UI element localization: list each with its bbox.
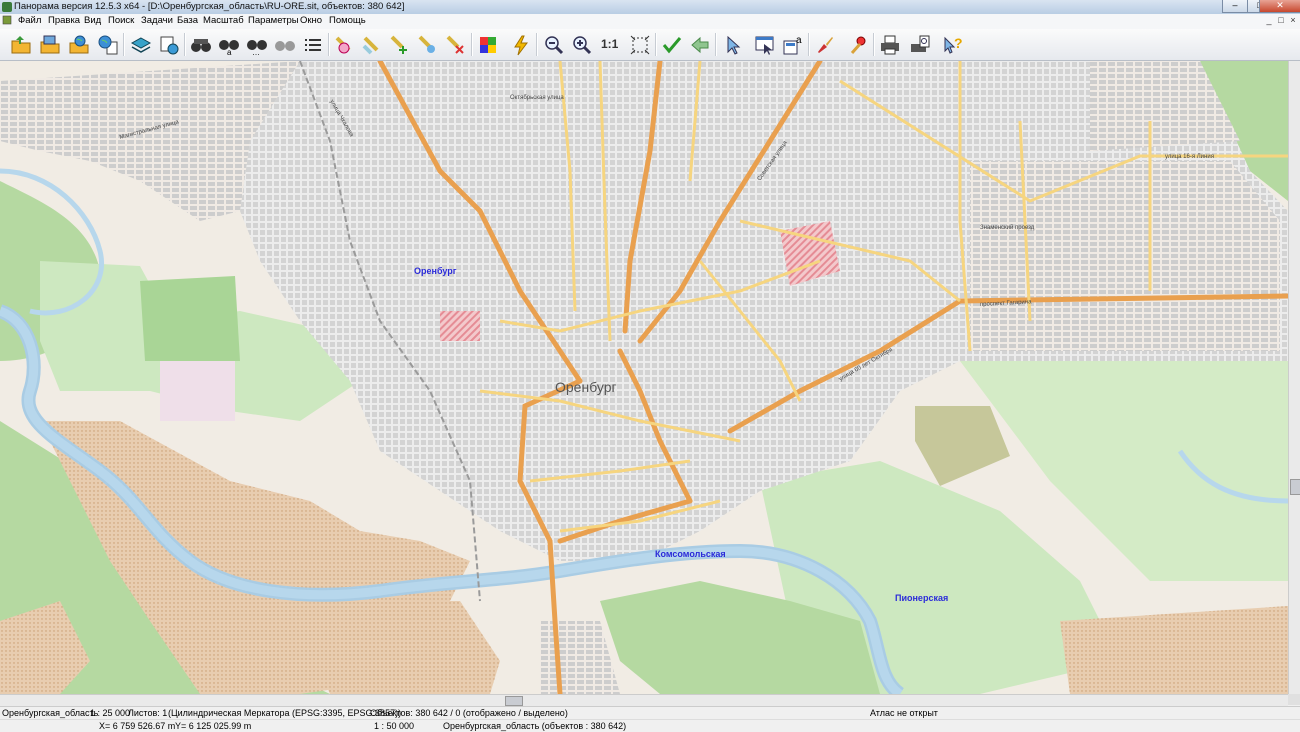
- menu-tasks[interactable]: Задачи: [141, 15, 173, 26]
- zoom-out-icon[interactable]: [541, 32, 567, 57]
- status-bar-top: Оренбургская_область 1 : 25 000 Листов: …: [0, 706, 1300, 719]
- palette-icon[interactable]: [475, 32, 501, 57]
- horizontal-scroll-thumb[interactable]: [505, 696, 523, 706]
- menu-help[interactable]: Помощь: [329, 15, 366, 26]
- window-title: Панорама версия 12.5.3 x64 - [D:\Оренбур…: [14, 1, 405, 12]
- select-add-icon[interactable]: [386, 32, 412, 57]
- select-area-icon[interactable]: [330, 32, 356, 57]
- status-x-coord: X= 6 759 526.67 m: [99, 721, 176, 731]
- text-frame-icon[interactable]: a: [780, 32, 806, 57]
- print-preview-icon[interactable]: [907, 32, 933, 57]
- pin-icon[interactable]: [845, 32, 871, 57]
- select-point-icon[interactable]: [414, 32, 440, 57]
- status-objects: Объектов: 380 642 / 0 (отображено / выде…: [370, 708, 568, 718]
- vertical-scrollbar[interactable]: [1288, 61, 1300, 694]
- status-map-name: Оренбургская_область: [2, 708, 99, 718]
- menu-edit[interactable]: Правка: [48, 15, 80, 26]
- layer-settings-icon[interactable]: [156, 32, 182, 57]
- select-clear-icon[interactable]: [442, 32, 468, 57]
- open-folder-icon[interactable]: [8, 32, 34, 57]
- industrial-west: [160, 361, 235, 421]
- binoculars-icon[interactable]: [188, 32, 214, 57]
- pointer-icon[interactable]: [720, 32, 746, 57]
- status-y-coord: Y= 6 125 025.99 m: [175, 721, 252, 731]
- scroll-corner: [1288, 694, 1300, 705]
- minimize-button[interactable]: –: [1222, 0, 1248, 13]
- print-icon[interactable]: [877, 32, 903, 57]
- dacha-southeast: [1060, 606, 1288, 694]
- city-label: Оренбург: [555, 379, 617, 395]
- window-select-icon[interactable]: [752, 32, 778, 57]
- list-icon[interactable]: [300, 32, 326, 57]
- app-icon: [2, 2, 12, 12]
- globe-open-icon[interactable]: [66, 32, 92, 57]
- svg-text:?: ?: [954, 35, 963, 51]
- menu-file[interactable]: Файл: [18, 15, 41, 26]
- menu-database[interactable]: База: [177, 15, 198, 26]
- menu-view[interactable]: Вид: [84, 15, 101, 26]
- zoom-in-icon[interactable]: [569, 32, 595, 57]
- back-arrow-icon[interactable]: [687, 32, 713, 57]
- menu-window[interactable]: Окно: [300, 15, 322, 26]
- status-map-objects: Оренбургская_область (объектов : 380 642…: [443, 721, 627, 731]
- map-canvas[interactable]: Оренбург Оренбург Комсомольская Пионерск…: [0, 61, 1288, 694]
- svg-text:a: a: [227, 48, 232, 56]
- menu-bar: Файл Правка Вид Поиск Задачи База Масшта…: [0, 14, 1300, 30]
- menu-scale[interactable]: Масштаб: [203, 15, 244, 26]
- layers-icon[interactable]: [128, 32, 154, 57]
- status-projection: (Цилиндрическая Меркатора (EPSG:3395, EP…: [168, 708, 402, 718]
- open-map-icon[interactable]: [37, 32, 63, 57]
- status-bar-bottom: X= 6 759 526.67 m Y= 6 125 025.99 m 1 : …: [0, 719, 1300, 732]
- vertical-scroll-thumb[interactable]: [1290, 479, 1300, 495]
- status-atlas: Атлас не открыт: [870, 708, 938, 718]
- mdi-minimize-button[interactable]: _: [1264, 15, 1274, 26]
- station-label-pionerskaya: Пионерская: [895, 593, 948, 603]
- status-sheets: Листов: 1: [128, 708, 168, 718]
- help-icon[interactable]: ?: [940, 32, 966, 57]
- status-ratio: 1 : 50 000: [374, 721, 415, 731]
- map-view[interactable]: Оренбург Оренбург Комсомольская Пионерск…: [0, 61, 1288, 694]
- brush-icon[interactable]: [812, 32, 838, 57]
- check-icon[interactable]: [659, 32, 685, 57]
- menu-search[interactable]: Поиск: [108, 15, 134, 26]
- title-bar: Панорама версия 12.5.3 x64 - [D:\Оренбур…: [0, 0, 1300, 15]
- binoculars-text-icon[interactable]: a: [216, 32, 242, 57]
- street-label: Октябрьская улица: [510, 95, 564, 101]
- status-scale: 1 : 25 000: [90, 708, 131, 718]
- field-west: [140, 276, 240, 361]
- binoculars-more-icon[interactable]: …: [244, 32, 270, 57]
- mdi-restore-button[interactable]: □: [1276, 15, 1286, 26]
- select-edit-icon[interactable]: [358, 32, 384, 57]
- mdi-close-button[interactable]: ×: [1288, 15, 1298, 26]
- globe-doc-icon[interactable]: [95, 32, 121, 57]
- station-label-komsomolskaya: Комсомольская: [655, 549, 726, 559]
- close-button[interactable]: ✕: [1259, 0, 1300, 13]
- blocks-east: [970, 161, 1280, 351]
- menu-parameters[interactable]: Параметры: [248, 15, 299, 26]
- binoculars-gray-icon[interactable]: [272, 32, 298, 57]
- svg-text:a: a: [796, 35, 802, 46]
- fit-icon[interactable]: [627, 32, 653, 57]
- street-label: Знаменский проезд: [980, 224, 1035, 231]
- lightning-icon[interactable]: [508, 32, 534, 57]
- scale-one-to-one-button[interactable]: 1:1: [601, 37, 618, 51]
- hatched-area-1: [440, 311, 480, 341]
- main-toolbar: a … 1:1 a ?: [0, 29, 1300, 61]
- horizontal-scrollbar[interactable]: [0, 694, 1288, 706]
- doc-menu-icon[interactable]: [2, 15, 14, 27]
- street-label: улица 16-я Линия: [1165, 154, 1214, 160]
- station-label-orenburg: Оренбург: [414, 266, 457, 276]
- svg-text:…: …: [252, 48, 260, 56]
